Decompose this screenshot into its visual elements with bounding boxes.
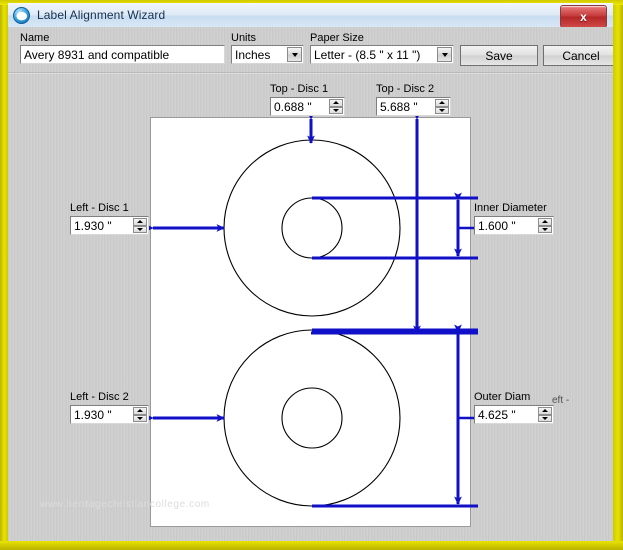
inner-diameter-input[interactable]: 1.600 " bbox=[474, 216, 554, 235]
outer-diameter-label: Outer Diam bbox=[474, 391, 531, 403]
outer-diameter-label-artifact: eft - bbox=[552, 395, 570, 406]
title-bar[interactable]: ● Label Alignment Wizard x bbox=[8, 3, 613, 28]
left-disc-1-label: Left - Disc 1 bbox=[70, 202, 129, 214]
left-disc-2-stepper[interactable] bbox=[133, 407, 147, 422]
stepper-up-icon[interactable] bbox=[133, 407, 147, 415]
window-title: Label Alignment Wizard bbox=[37, 8, 166, 22]
window-frame-right bbox=[613, 0, 623, 550]
left-disc-2-field: Left - Disc 2 1.930 " bbox=[70, 391, 149, 424]
stepper-up-icon[interactable] bbox=[538, 218, 552, 226]
top-disc-2-input[interactable]: 5.688 " bbox=[376, 97, 451, 116]
top-disc-2-field: Top - Disc 2 5.688 " bbox=[376, 83, 451, 116]
top-disc-2-label: Top - Disc 2 bbox=[376, 83, 435, 95]
stepper-up-icon[interactable] bbox=[329, 99, 343, 107]
top-disc-2-arrow bbox=[311, 111, 478, 335]
stepper-down-icon[interactable] bbox=[133, 225, 147, 233]
window-frame-left bbox=[0, 0, 8, 550]
outer-diameter-arrow bbox=[312, 324, 484, 508]
stepper-down-icon[interactable] bbox=[329, 106, 343, 114]
top-disc-1-field: Top - Disc 1 0.688 " bbox=[270, 83, 345, 116]
outer-diameter-stepper[interactable] bbox=[538, 407, 552, 422]
close-icon: x bbox=[580, 9, 587, 24]
left-disc-1-stepper[interactable] bbox=[133, 218, 147, 233]
inner-diameter-label: Inner Diameter bbox=[474, 202, 547, 214]
stepper-up-icon[interactable] bbox=[133, 218, 147, 226]
top-disc-1-label: Top - Disc 1 bbox=[270, 83, 329, 95]
disc-1-graphic bbox=[223, 139, 401, 317]
disc-2-graphic bbox=[223, 329, 401, 507]
window-frame-bottom bbox=[0, 541, 623, 550]
outer-diameter-input[interactable]: 4.625 " bbox=[474, 405, 554, 424]
top-disc-1-input[interactable]: 0.688 " bbox=[270, 97, 345, 116]
stepper-up-icon[interactable] bbox=[435, 99, 449, 107]
outer-diameter-field: Outer Diam 4.625 " bbox=[474, 391, 554, 424]
stepper-down-icon[interactable] bbox=[538, 414, 552, 422]
left-disc-1-input[interactable]: 1.930 " bbox=[70, 216, 149, 235]
stepper-down-icon[interactable] bbox=[133, 414, 147, 422]
inner-diameter-field: Inner Diameter 1.600 " bbox=[474, 202, 554, 235]
client-area: Name Avery 8931 and compatible Units Inc… bbox=[8, 27, 613, 541]
left-disc-2-input[interactable]: 1.930 " bbox=[70, 405, 149, 424]
stepper-down-icon[interactable] bbox=[538, 225, 552, 233]
inner-diameter-stepper[interactable] bbox=[538, 218, 552, 233]
app-disc-icon: ● bbox=[13, 7, 30, 24]
close-button[interactable]: x bbox=[560, 5, 607, 28]
top-disc-2-stepper[interactable] bbox=[435, 99, 449, 114]
left-disc-1-field: Left - Disc 1 1.930 " bbox=[70, 202, 149, 235]
label-alignment-wizard-window: ● Label Alignment Wizard x Name Avery 89… bbox=[0, 0, 623, 550]
stepper-down-icon[interactable] bbox=[435, 106, 449, 114]
left-disc-2-label: Left - Disc 2 bbox=[70, 391, 129, 403]
stepper-up-icon[interactable] bbox=[538, 407, 552, 415]
top-disc-1-stepper[interactable] bbox=[329, 99, 343, 114]
